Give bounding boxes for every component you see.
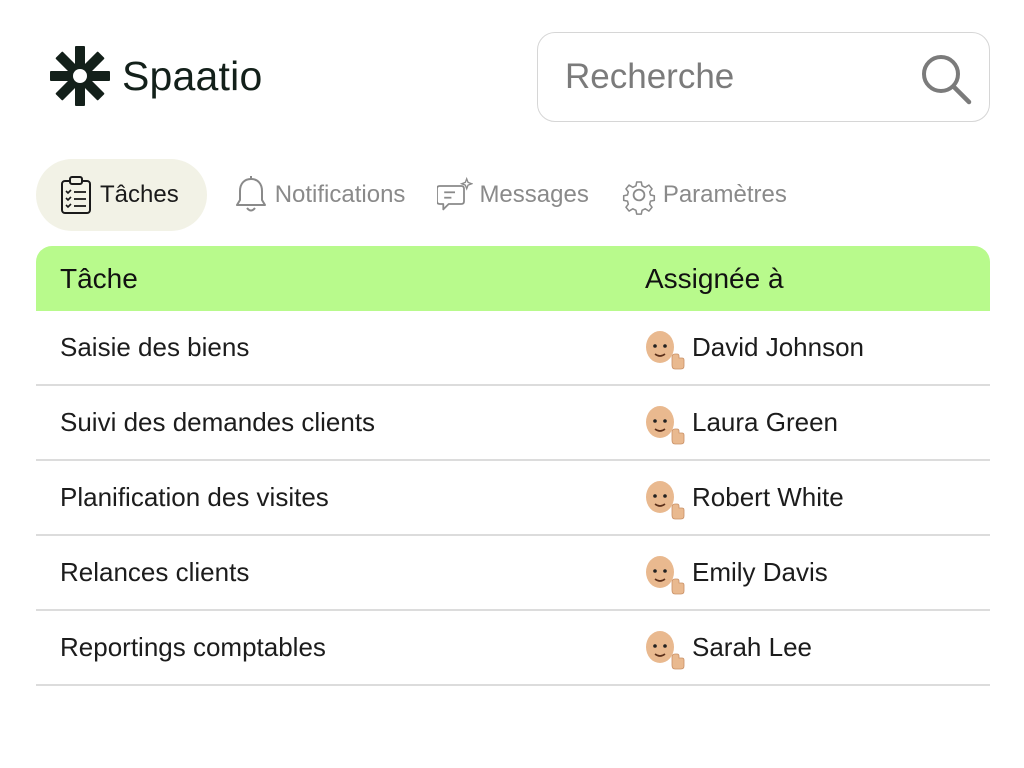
tab-messages[interactable]: Messages: [437, 159, 589, 231]
column-header-assignee: Assignée à: [645, 262, 784, 294]
brand-logo[interactable]: Spaatio: [48, 44, 262, 108]
table-row[interactable]: Suivi des demandes clients Laura Green: [36, 386, 990, 461]
assignee-name: Robert White: [692, 482, 844, 512]
assignee-name: Laura Green: [692, 407, 838, 437]
brand-name: Spaatio: [122, 52, 263, 99]
clipboard-list-icon: [61, 176, 91, 214]
task-cell: Planification des visites: [60, 482, 329, 512]
table-header: Tâche Assignée à: [36, 246, 990, 311]
tab-label: Notifications: [274, 181, 406, 208]
assignee-cell: Sarah Lee: [640, 625, 812, 671]
search-input[interactable]: [565, 57, 905, 97]
table-row[interactable]: Relances clients Emily Davis: [36, 536, 990, 611]
assignee-cell: Robert White: [640, 475, 844, 521]
search-box[interactable]: [537, 32, 990, 122]
table-row[interactable]: Saisie des biens David Johnson: [36, 311, 990, 386]
task-cell: Suivi des demandes clients: [60, 407, 376, 437]
chat-sparkle-icon: [437, 176, 474, 211]
gear-icon: [622, 181, 655, 215]
memoji-thumbs-up-icon: [640, 475, 686, 521]
tab-notifications[interactable]: Notifications: [233, 159, 406, 231]
assignee-name: David Johnson: [692, 332, 864, 362]
table-row[interactable]: Reportings comptables Sarah Lee: [36, 611, 990, 686]
table-row[interactable]: Planification des visites Robert White: [36, 461, 990, 536]
task-cell: Saisie des biens: [60, 332, 250, 362]
task-cell: Relances clients: [60, 557, 250, 587]
memoji-thumbs-up-icon: [640, 325, 686, 371]
tab-taches[interactable]: Tâches: [36, 159, 207, 231]
task-table: Tâche Assignée à Saisie des biens David …: [36, 246, 990, 686]
tab-label: Paramètres: [662, 181, 787, 208]
memoji-thumbs-up-icon: [640, 625, 686, 671]
bell-icon: [235, 176, 266, 212]
assignee-name: Sarah Lee: [692, 632, 812, 662]
tab-label: Messages: [479, 181, 589, 208]
memoji-thumbs-up-icon: [640, 400, 686, 446]
task-cell: Reportings comptables: [60, 632, 326, 662]
app-header: Spaatio: [0, 0, 1024, 140]
assignee-name: Emily Davis: [692, 557, 828, 587]
memoji-thumbs-up-icon: [640, 550, 686, 596]
column-header-task: Tâche: [60, 262, 138, 294]
assignee-cell: Emily Davis: [640, 550, 828, 596]
tab-bar: Tâches Notifications Messages Paramètres: [36, 159, 787, 231]
tab-parametres[interactable]: Paramètres: [621, 159, 787, 231]
asterisk-logo-icon: [50, 46, 110, 106]
assignee-cell: Laura Green: [640, 400, 838, 446]
assignee-cell: David Johnson: [640, 325, 864, 371]
tab-label: Tâches: [100, 181, 179, 208]
search-icon[interactable]: [920, 53, 972, 105]
